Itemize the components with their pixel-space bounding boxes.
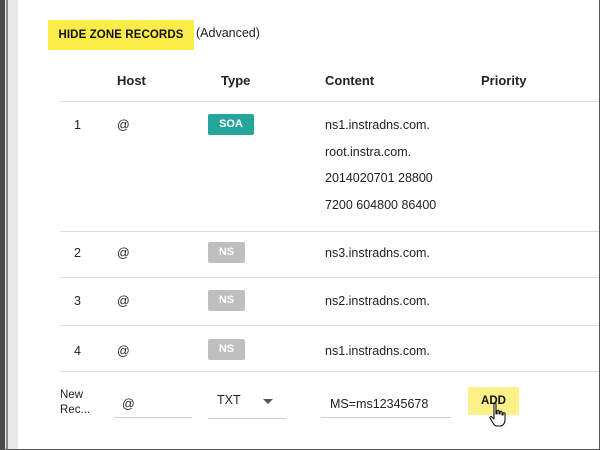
type-select-value: TXT	[217, 393, 241, 407]
chevron-down-icon	[263, 399, 273, 404]
hide-zone-records-button[interactable]: HIDE ZONE RECORDS	[48, 20, 194, 50]
row-host: @	[117, 344, 130, 358]
host-input[interactable]	[114, 390, 192, 418]
column-header-priority: Priority	[481, 73, 527, 88]
type-select[interactable]: TXT	[208, 386, 286, 419]
column-header-content: Content	[325, 73, 375, 88]
row-content-line: ns3.instradns.com.	[325, 246, 430, 260]
row-content-line: root.instra.com.	[325, 145, 412, 159]
type-badge-ns: NS	[208, 290, 245, 311]
zone-records-panel: HIDE ZONE RECORDS (Advanced) Host Type C…	[18, 0, 599, 449]
row-content-line: ns1.instradns.com.	[325, 118, 430, 132]
column-header-host: Host	[117, 73, 146, 88]
row-divider	[60, 277, 599, 278]
header-divider	[60, 101, 599, 102]
row-divider	[60, 325, 599, 326]
row-index: 1	[74, 118, 81, 132]
type-badge-ns: NS	[208, 242, 245, 263]
row-host: @	[117, 294, 130, 308]
type-badge-ns: NS	[208, 339, 245, 360]
advanced-label: (Advanced)	[196, 26, 260, 40]
row-divider	[60, 371, 599, 372]
row-content-line: 7200 604800 86400	[325, 198, 437, 212]
window-edge	[0, 0, 18, 450]
row-divider	[60, 231, 599, 232]
hand-pointer-icon	[489, 402, 506, 427]
new-record-label: New	[60, 389, 84, 401]
column-header-type: Type	[221, 73, 251, 88]
type-badge-soa: SOA	[208, 114, 254, 135]
row-host: @	[117, 118, 130, 132]
row-index: 3	[74, 294, 81, 308]
row-content-line: 2014020701 28800	[325, 171, 433, 185]
row-index: 2	[74, 246, 81, 260]
row-host: @	[117, 246, 130, 260]
content-input[interactable]	[321, 390, 451, 418]
row-index: 4	[74, 344, 81, 358]
row-content-line: ns1.instradns.com.	[325, 344, 430, 358]
row-content-line: ns2.instradns.com.	[325, 294, 430, 308]
new-record-label: Rec...	[60, 404, 91, 416]
